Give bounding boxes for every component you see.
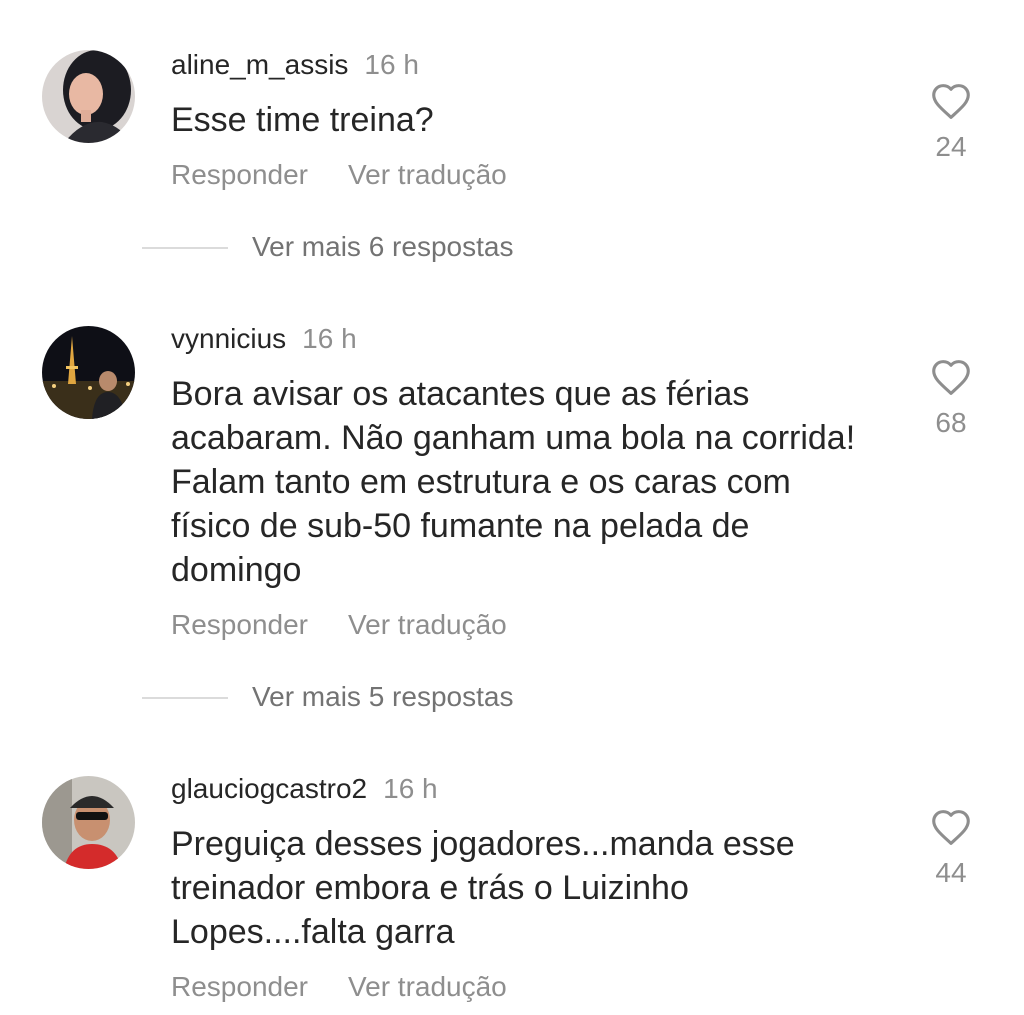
- comment-actions: Responder Ver tradução: [171, 158, 507, 192]
- username[interactable]: aline_m_assis: [171, 49, 348, 80]
- heart-icon[interactable]: [930, 82, 972, 120]
- like-count: 44: [935, 857, 967, 888]
- like-count: 24: [935, 131, 967, 162]
- timestamp: 16 h: [383, 773, 438, 804]
- comment-actions: Responder Ver tradução: [171, 608, 507, 642]
- username[interactable]: glauciogcastro2: [171, 773, 367, 804]
- timestamp: 16 h: [302, 323, 357, 354]
- comment-text: Esse time treina?: [171, 101, 434, 139]
- view-more-replies-label[interactable]: Ver mais 5 respostas: [252, 680, 513, 714]
- translate-button[interactable]: Ver tradução: [348, 970, 507, 1004]
- username[interactable]: vynnicius: [171, 323, 286, 354]
- avatar[interactable]: [42, 326, 135, 419]
- heart-icon[interactable]: [930, 808, 972, 846]
- comment-text: Preguiça desses jogadores...manda esse t…: [171, 825, 795, 951]
- like-count: 68: [935, 407, 967, 438]
- translate-button[interactable]: Ver tradução: [348, 158, 507, 192]
- heart-icon[interactable]: [930, 358, 972, 396]
- profile-photo-icon: [42, 326, 135, 419]
- timestamp: 16 h: [364, 49, 419, 80]
- reply-button[interactable]: Responder: [171, 970, 308, 1004]
- comment-text: Bora avisar os atacantes que as férias a…: [171, 375, 856, 589]
- replies-divider: [142, 697, 228, 699]
- translate-button[interactable]: Ver tradução: [348, 608, 507, 642]
- replies-divider: [142, 247, 228, 249]
- comment-header: vynnicius 16 h: [171, 322, 357, 356]
- view-more-replies-label[interactable]: Ver mais 6 respostas: [252, 230, 513, 264]
- reply-button[interactable]: Responder: [171, 158, 308, 192]
- comment-header: glauciogcastro2 16 h: [171, 772, 438, 806]
- reply-button[interactable]: Responder: [171, 608, 308, 642]
- like-area: 44: [926, 808, 976, 890]
- like-area: 24: [926, 82, 976, 164]
- comment-actions: Responder Ver tradução: [171, 970, 507, 1004]
- avatar[interactable]: [42, 50, 135, 143]
- avatar[interactable]: [42, 776, 135, 869]
- like-area: 68: [926, 358, 976, 440]
- profile-photo-icon: [42, 50, 135, 143]
- comment-header: aline_m_assis 16 h: [171, 48, 419, 82]
- profile-photo-icon: [42, 776, 135, 869]
